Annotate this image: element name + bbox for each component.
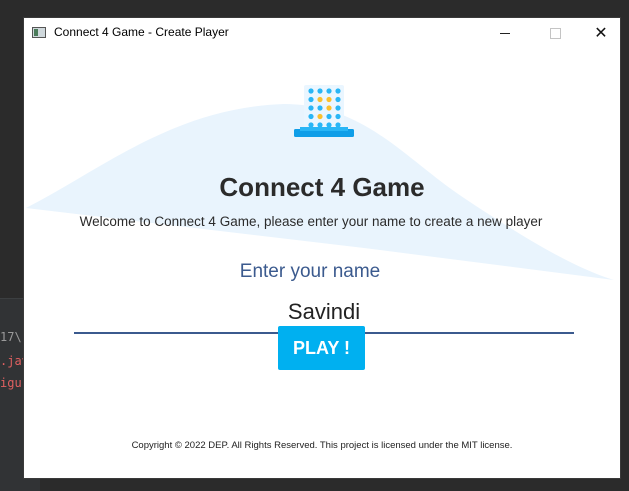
app-icon	[32, 27, 46, 38]
main-content: Connect 4 Game Welcome to Connect 4 Game…	[24, 48, 620, 478]
title-bar[interactable]: Connect 4 Game - Create Player ✕	[24, 18, 620, 48]
board-disc	[335, 96, 341, 103]
board-disc	[326, 105, 332, 111]
board-disc	[335, 122, 341, 128]
create-player-window: Connect 4 Game - Create Player ✕ Connect…	[24, 18, 620, 478]
copyright-footer: Copyright © 2022 DEP. All Rights Reserve…	[131, 440, 513, 451]
maximize-icon	[549, 27, 561, 39]
connect-four-board-icon	[294, 85, 354, 137]
board-disc	[326, 122, 332, 128]
board-disc	[308, 96, 314, 103]
board-disc	[308, 113, 314, 120]
minimize-icon	[500, 32, 510, 34]
board-disc	[317, 113, 323, 120]
board-disc	[317, 122, 323, 128]
board-disc	[317, 96, 323, 103]
close-button[interactable]: ✕	[578, 18, 620, 48]
board-disc	[317, 105, 323, 111]
board-disc	[335, 113, 341, 120]
board-disc	[308, 122, 314, 128]
welcome-text: Welcome to Connect 4 Game, please enter …	[79, 214, 543, 229]
page-title: Connect 4 Game	[219, 172, 425, 202]
play-button[interactable]: PLAY !	[278, 326, 365, 370]
board-disc	[326, 96, 332, 103]
name-label: Enter your name	[239, 261, 381, 282]
board-disc	[308, 105, 314, 111]
board-disc	[326, 88, 332, 94]
maximize-button[interactable]	[532, 18, 578, 48]
board-disc	[308, 88, 314, 94]
board-disc	[335, 88, 341, 94]
window-title: Connect 4 Game - Create Player	[54, 25, 229, 39]
board-disc	[317, 88, 323, 94]
board-disc	[335, 105, 341, 111]
board-disc	[326, 113, 332, 120]
close-icon: ✕	[594, 23, 608, 42]
minimize-button[interactable]	[482, 18, 528, 48]
